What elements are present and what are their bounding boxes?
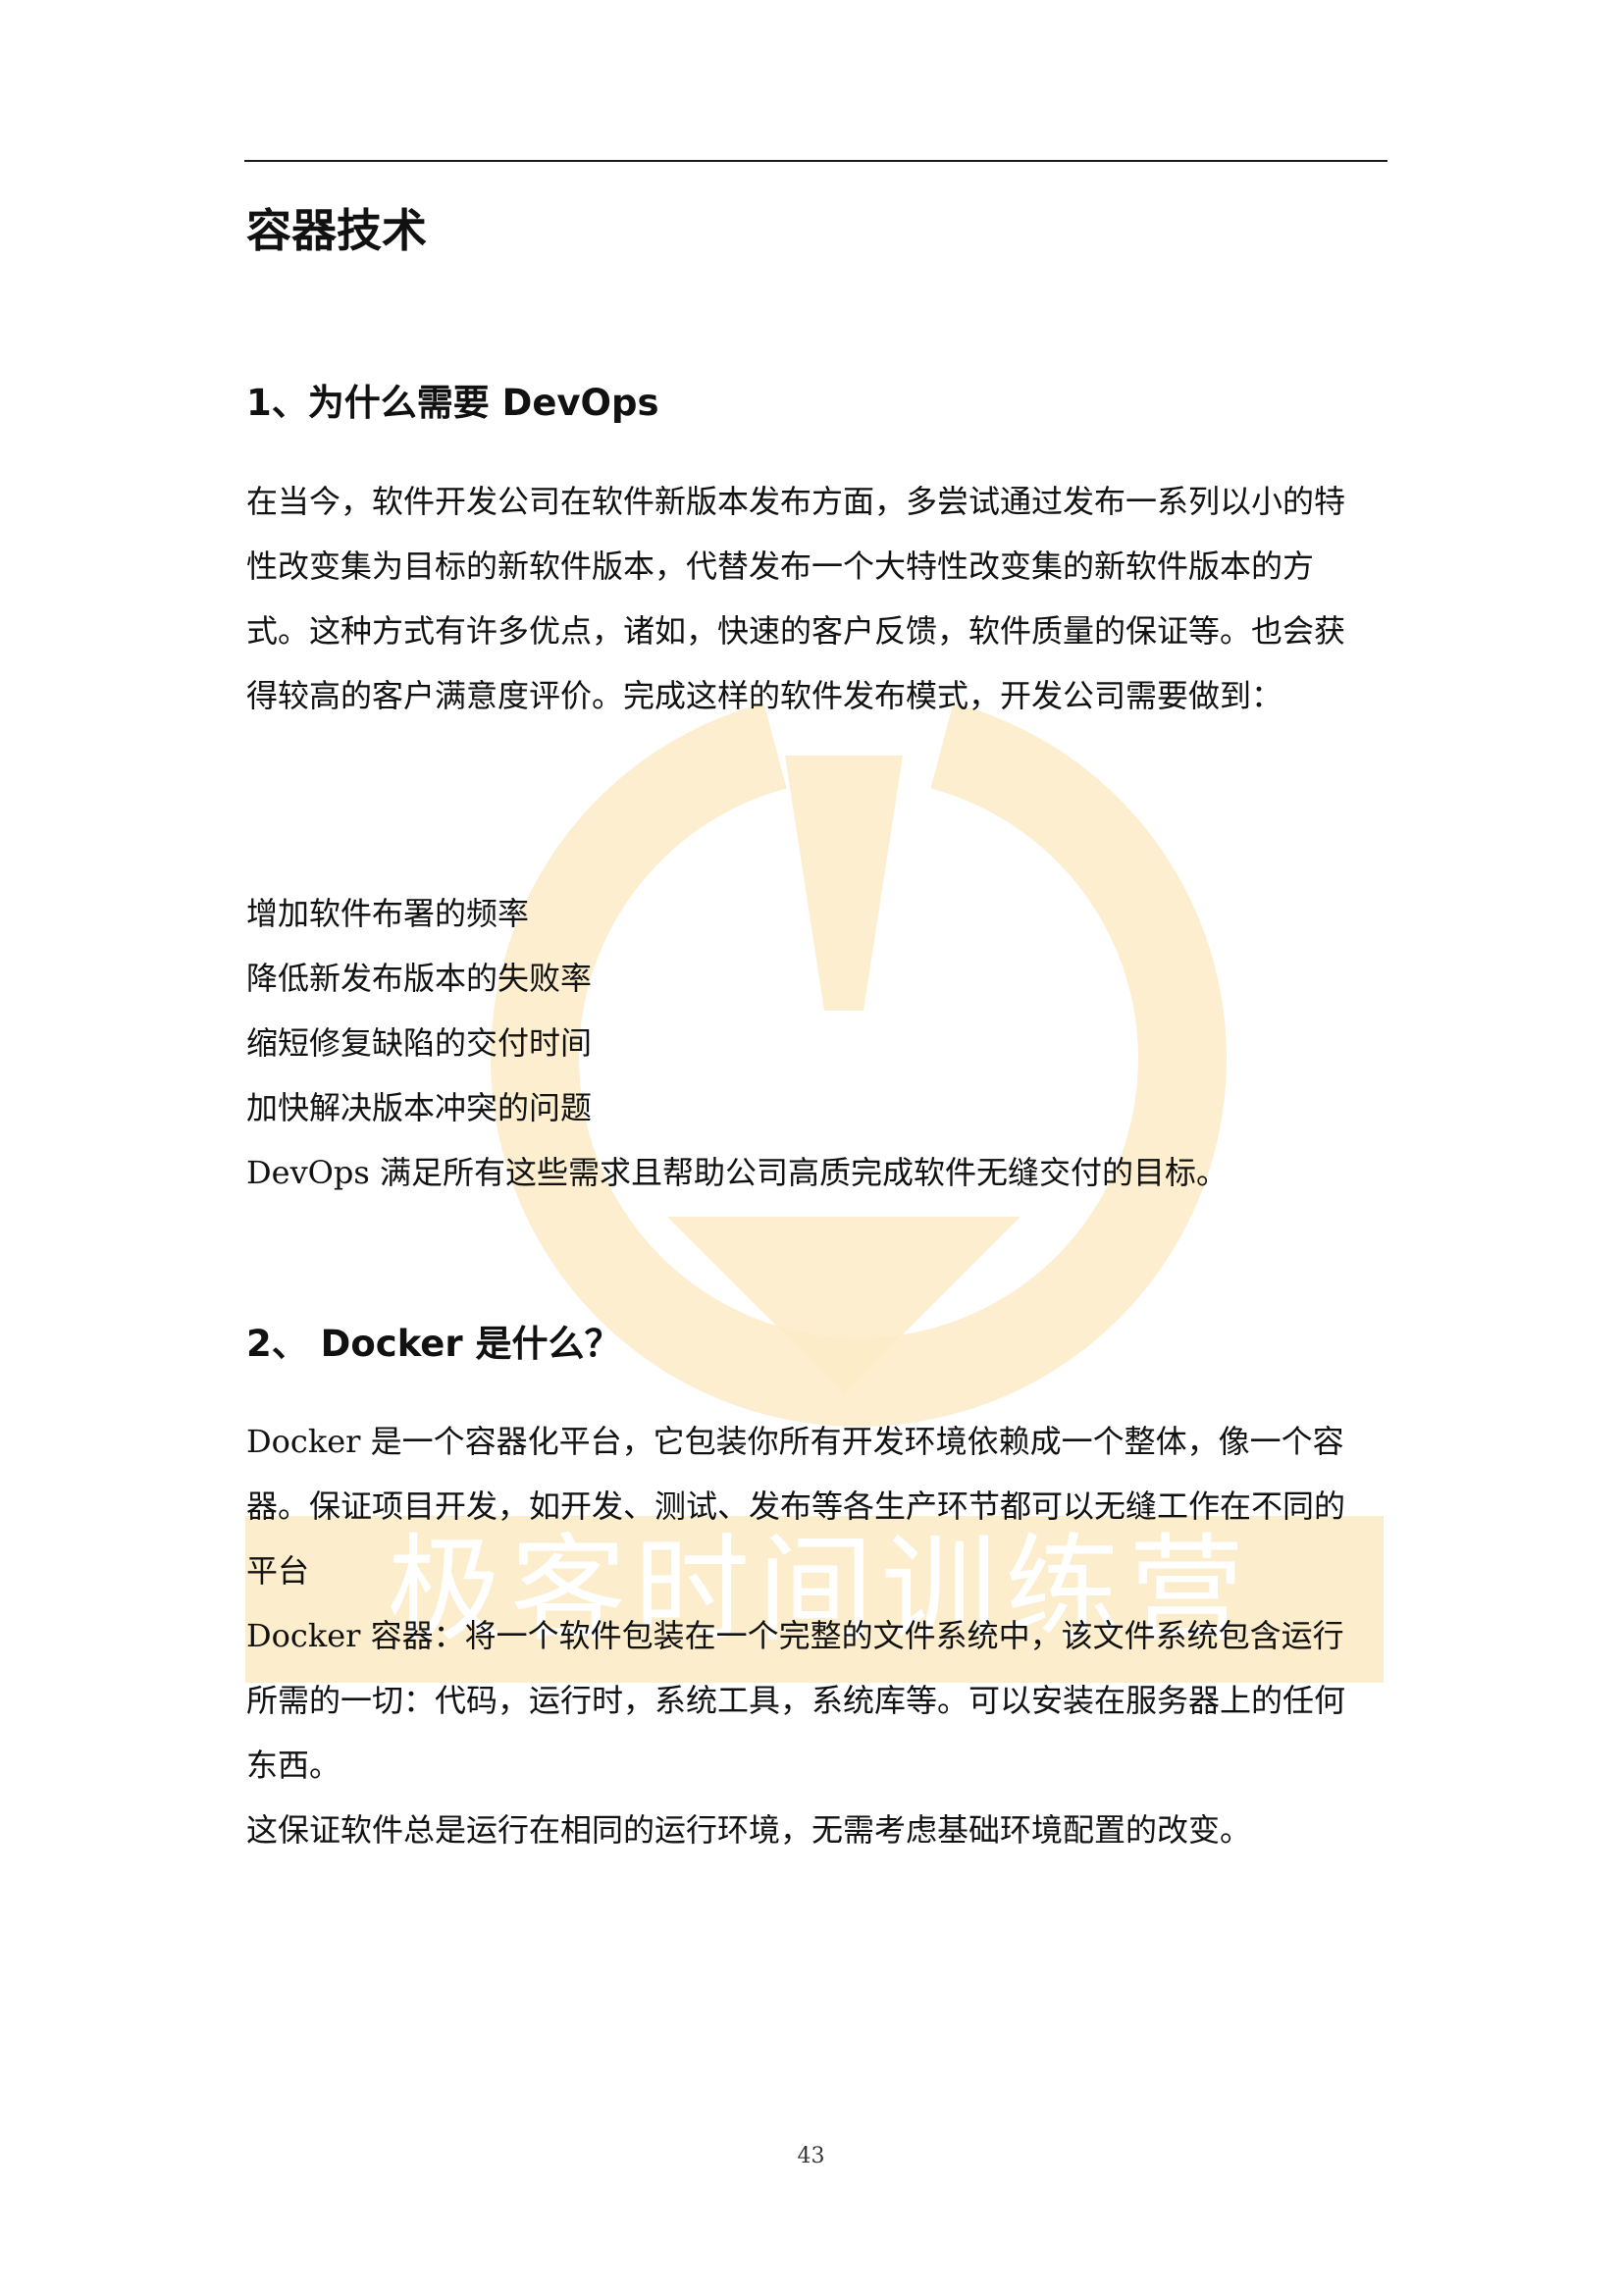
section2-paragraph-2: Docker 容器：将一个软件包装在一个完整的文件系统中，该文件系统包含运行所需… [246, 1617, 1346, 1784]
page-number: 43 [797, 2144, 825, 2168]
document-page: 极客时间训练营 容器技术 1、为什么需要 DevOps 在当今，软件开发公司在软… [0, 0, 1622, 2296]
section1-conclusion: DevOps 满足所有这些需求且帮助公司高质完成软件无缝交付的目标。 [246, 1154, 1228, 1191]
list-item: 降低新发布版本的失败率 [246, 960, 593, 997]
list-item: 缩短修复缺陷的交付时间 [246, 1024, 593, 1062]
section1-heading: 1、为什么需要 DevOps [246, 382, 659, 424]
section2-heading: 2、 Docker 是什么？ [246, 1323, 621, 1365]
header-rule [244, 160, 1387, 162]
list-item: 增加软件布署的频率 [246, 895, 530, 932]
list-item: 加快解决版本冲突的问题 [246, 1089, 593, 1126]
page-title: 容器技术 [246, 204, 427, 257]
section2-paragraph-3: 这保证软件总是运行在相同的运行环境，无需考虑基础环境配置的改变。 [246, 1811, 1252, 1849]
section1-paragraph: 在当今，软件开发公司在软件新版本发布方面，多尝试通过发布一系列以小的特性改变集为… [246, 483, 1346, 714]
section2-paragraph-1: Docker 是一个容器化平台，它包装你所有开发环境依赖成一个整体，像一个容器。… [246, 1423, 1346, 1590]
